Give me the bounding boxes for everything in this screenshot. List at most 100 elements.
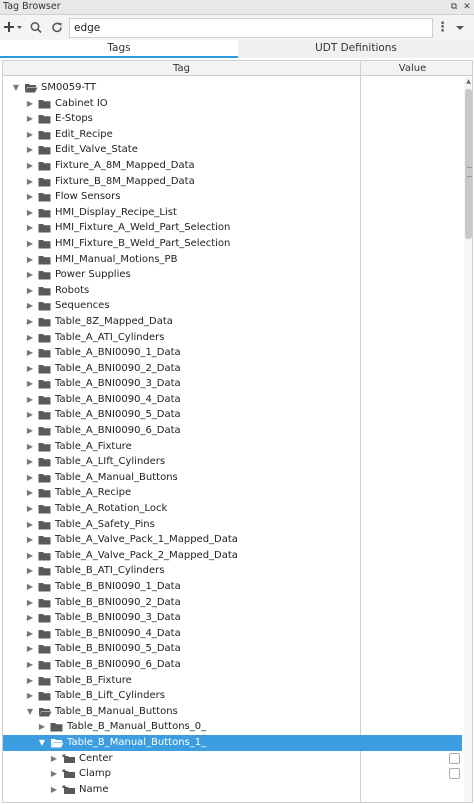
expand-right-icon[interactable]: ▶: [37, 719, 47, 735]
expand-right-icon[interactable]: ▶: [25, 610, 35, 626]
expand-down-icon[interactable]: ▼: [25, 704, 35, 720]
tree-row[interactable]: ▼ SM0059-TT: [3, 80, 462, 96]
tree-row[interactable]: ▶ Table_A_Fixture: [3, 439, 462, 455]
tree-row[interactable]: ▶ Table_B_Lift_Cylinders: [3, 688, 462, 704]
tree-row[interactable]: ▶ Table_B_BNI0090_6_Data: [3, 657, 462, 673]
expand-right-icon[interactable]: ▶: [25, 517, 35, 533]
expand-right-icon[interactable]: ▶: [25, 439, 35, 455]
tree-row[interactable]: ▶ Name: [3, 782, 462, 798]
tree-row[interactable]: ▶ Table_A_BNI0090_2_Data: [3, 361, 462, 377]
value-checkbox[interactable]: [449, 768, 460, 780]
expand-right-icon[interactable]: ▶: [25, 657, 35, 673]
tree-row[interactable]: ▶ Table_A_BNI0090_1_Data: [3, 345, 462, 361]
tree-row[interactable]: ▶ Table_B_ATI_Cylinders: [3, 563, 462, 579]
expand-right-icon[interactable]: ▶: [25, 548, 35, 564]
expand-right-icon[interactable]: ▶: [25, 641, 35, 657]
tree-row[interactable]: ▶ HMI_Fixture_B_Weld_Part_Selection: [3, 236, 462, 252]
close-icon[interactable]: ✕: [461, 1, 473, 13]
column-header-tag[interactable]: Tag: [3, 61, 360, 76]
tree-row[interactable]: ▶ Table_8Z_Mapped_Data: [3, 314, 462, 330]
tree-row[interactable]: ▶ E-Stops: [3, 111, 462, 127]
expand-right-icon[interactable]: ▶: [25, 314, 35, 330]
tree-row[interactable]: ▶ Table_A_Valve_Pack_1_Mapped_Data: [3, 532, 462, 548]
tree-row[interactable]: ▶ Table_B_BNI0090_4_Data: [3, 626, 462, 642]
tree-row[interactable]: ▶ Table_B_BNI0090_5_Data: [3, 641, 462, 657]
tree-row[interactable]: ▼ Table_B_Manual_Buttons: [3, 704, 462, 720]
tree-row[interactable]: ▶ Robots: [3, 283, 462, 299]
scroll-up-icon[interactable]: ▲: [464, 77, 472, 86]
tree-row[interactable]: ▶ Edit_Valve_State: [3, 142, 462, 158]
tree-row[interactable]: ▶ Table_A_LIft_Cylinders: [3, 454, 462, 470]
tree-row[interactable]: ▼ Table_B_Manual_Buttons_1_: [3, 734, 462, 751]
tree-row[interactable]: ▶ Table_A_BNI0090_3_Data: [3, 376, 462, 392]
tree-row[interactable]: ▶ Table_A_ATI_Cylinders: [3, 330, 462, 346]
expand-right-icon[interactable]: ▶: [25, 220, 35, 236]
expand-right-icon[interactable]: ▶: [25, 345, 35, 361]
filter-dropdown-button[interactable]: [452, 18, 468, 37]
expand-right-icon[interactable]: ▶: [25, 673, 35, 689]
expand-right-icon[interactable]: ▶: [25, 407, 35, 423]
expand-right-icon[interactable]: ▶: [25, 142, 35, 158]
tree-row[interactable]: ▶ HMI_Display_Recipe_List: [3, 205, 462, 221]
column-header-value[interactable]: Value: [361, 61, 464, 76]
tree-row[interactable]: ▶ Center: [3, 751, 462, 767]
tab-udt-definitions[interactable]: UDT Definitions: [238, 40, 474, 58]
tab-tags[interactable]: Tags: [0, 40, 238, 58]
expand-right-icon[interactable]: ▶: [25, 158, 35, 174]
expand-right-icon[interactable]: ▶: [25, 688, 35, 704]
expand-right-icon[interactable]: ▶: [25, 127, 35, 143]
tree-row[interactable]: ▶ Table_A_Manual_Buttons: [3, 470, 462, 486]
expand-right-icon[interactable]: ▶: [25, 470, 35, 486]
expand-down-icon[interactable]: ▼: [37, 735, 47, 751]
tree-row[interactable]: ▶ Table_A_Safety_Pins: [3, 517, 462, 533]
expand-right-icon[interactable]: ▶: [49, 766, 59, 782]
add-tag-button[interactable]: [2, 18, 24, 37]
expand-right-icon[interactable]: ▶: [49, 782, 59, 798]
tree-row[interactable]: ▶ Flow Sensors: [3, 189, 462, 205]
tree-row[interactable]: ▶ Fixture_A_8M_Mapped_Data: [3, 158, 462, 174]
expand-right-icon[interactable]: ▶: [25, 96, 35, 112]
tree-row[interactable]: ▶ Table_A_BNI0090_4_Data: [3, 392, 462, 408]
expand-right-icon[interactable]: ▶: [25, 376, 35, 392]
tree-row[interactable]: ▶ Table_A_Recipe: [3, 485, 462, 501]
expand-right-icon[interactable]: ▶: [25, 330, 35, 346]
tree-row[interactable]: ▶ Table_A_Rotation_Lock: [3, 501, 462, 517]
tree-row[interactable]: ▶ Table_B_BNI0090_3_Data: [3, 610, 462, 626]
expand-right-icon[interactable]: ▶: [25, 563, 35, 579]
expand-right-icon[interactable]: ▶: [25, 267, 35, 283]
expand-right-icon[interactable]: ▶: [25, 454, 35, 470]
expand-right-icon[interactable]: ▶: [25, 174, 35, 190]
expand-right-icon[interactable]: ▶: [25, 485, 35, 501]
tree-row[interactable]: ▶ Table_B_BNI0090_1_Data: [3, 579, 462, 595]
refresh-button[interactable]: [50, 18, 64, 37]
expand-right-icon[interactable]: ▶: [25, 111, 35, 127]
expand-right-icon[interactable]: ▶: [25, 361, 35, 377]
tree-row[interactable]: ▶ Sequences: [3, 298, 462, 314]
vertical-scrollbar[interactable]: ▲: [464, 77, 472, 802]
expand-right-icon[interactable]: ▶: [25, 595, 35, 611]
tree-row[interactable]: ▶ Clamp: [3, 766, 462, 782]
tree-row[interactable]: ▶ Table_A_BNI0090_6_Data: [3, 423, 462, 439]
expand-right-icon[interactable]: ▶: [25, 189, 35, 205]
expand-right-icon[interactable]: ▶: [49, 751, 59, 767]
expand-right-icon[interactable]: ▶: [25, 423, 35, 439]
tree-row[interactable]: ▶ Table_B_Fixture: [3, 673, 462, 689]
filter-input[interactable]: [70, 19, 432, 37]
expand-right-icon[interactable]: ▶: [25, 252, 35, 268]
expand-right-icon[interactable]: ▶: [25, 298, 35, 314]
tree-row[interactable]: ▶ Fixture_B_8M_Mapped_Data: [3, 174, 462, 190]
expand-right-icon[interactable]: ▶: [25, 236, 35, 252]
value-checkbox[interactable]: [449, 752, 460, 764]
expand-right-icon[interactable]: ▶: [25, 392, 35, 408]
tree-row[interactable]: ▶ Table_B_BNI0090_2_Data: [3, 595, 462, 611]
scrollbar-thumb[interactable]: [465, 89, 472, 239]
expand-right-icon[interactable]: ▶: [25, 283, 35, 299]
expand-right-icon[interactable]: ▶: [25, 626, 35, 642]
expand-right-icon[interactable]: ▶: [25, 205, 35, 221]
expand-right-icon[interactable]: ▶: [25, 532, 35, 548]
more-vertical-icon[interactable]: ⋮: [436, 18, 449, 37]
tree-row[interactable]: ▶ Power Supplies: [3, 267, 462, 283]
expand-down-icon[interactable]: ▼: [11, 80, 21, 96]
tree-row[interactable]: ▶ HMI_Manual_Motions_PB: [3, 252, 462, 268]
float-window-icon[interactable]: ⧉: [448, 1, 460, 13]
